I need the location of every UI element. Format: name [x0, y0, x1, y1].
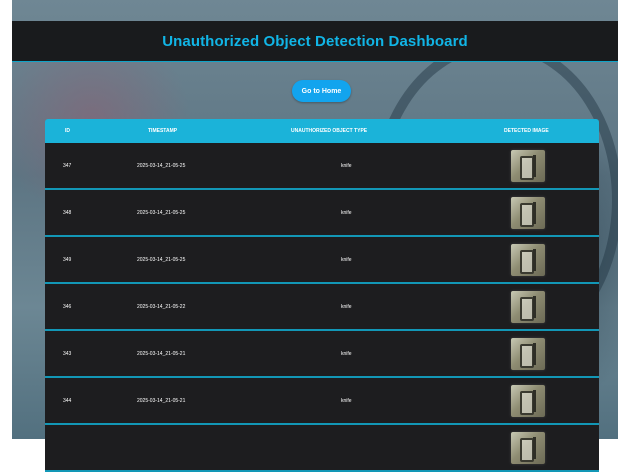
- row-object-type: knife: [341, 209, 352, 216]
- go-to-home-button[interactable]: Go to Home: [292, 80, 351, 102]
- row-id: 346: [63, 303, 72, 310]
- table-header: ID TIMESTAMP UNAUTHORIZED OBJECT TYPE DE…: [45, 119, 599, 143]
- table-row: 343 2025-03-14_21-05-21 knife: [45, 331, 599, 378]
- column-header-object-type: UNAUTHORIZED OBJECT TYPE: [291, 128, 368, 134]
- row-timestamp: 2025-03-14_21-05-21: [137, 350, 186, 357]
- column-header-timestamp: TIMESTAMP: [148, 128, 178, 134]
- row-timestamp: 2025-03-14_21-05-25: [137, 209, 186, 216]
- row-id: 349: [63, 256, 72, 263]
- table-row: 347 2025-03-14_21-05-25 knife: [45, 143, 599, 190]
- table-row: 344 2025-03-14_21-05-21 knife: [45, 378, 599, 425]
- page-title: Unauthorized Object Detection Dashboard: [162, 32, 468, 50]
- detected-image-thumbnail[interactable]: [511, 196, 545, 229]
- column-header-detected-image: DETECTED IMAGE: [504, 128, 549, 134]
- detected-image-thumbnail[interactable]: [511, 243, 545, 276]
- detected-image-thumbnail[interactable]: [511, 337, 545, 370]
- row-timestamp: 2025-03-14_21-05-25: [137, 256, 186, 263]
- page-header: Unauthorized Object Detection Dashboard: [12, 21, 618, 62]
- column-header-id: ID: [65, 128, 70, 134]
- row-timestamp: 2025-03-14_21-05-22: [137, 303, 186, 310]
- row-timestamp: 2025-03-14_21-05-25: [137, 162, 186, 169]
- row-id: 348: [63, 209, 72, 216]
- table-row: 349 2025-03-14_21-05-25 knife: [45, 237, 599, 284]
- row-object-type: knife: [341, 350, 352, 357]
- row-object-type: knife: [341, 303, 352, 310]
- row-object-type: knife: [341, 397, 352, 404]
- detected-image-thumbnail[interactable]: [511, 290, 545, 323]
- detected-image-thumbnail[interactable]: [511, 149, 545, 182]
- row-timestamp: 2025-03-14_21-05-21: [137, 397, 186, 404]
- row-object-type: knife: [341, 256, 352, 263]
- detected-image-thumbnail[interactable]: [511, 431, 545, 464]
- row-id: 344: [63, 397, 72, 404]
- table-row: 348 2025-03-14_21-05-25 knife: [45, 190, 599, 237]
- detections-table: ID TIMESTAMP UNAUTHORIZED OBJECT TYPE DE…: [45, 119, 599, 472]
- row-id: 343: [63, 350, 72, 357]
- table-row: 346 2025-03-14_21-05-22 knife: [45, 284, 599, 331]
- row-object-type: knife: [341, 162, 352, 169]
- row-id: 347: [63, 162, 72, 169]
- table-row-partial: [45, 425, 599, 472]
- detected-image-thumbnail[interactable]: [511, 384, 545, 417]
